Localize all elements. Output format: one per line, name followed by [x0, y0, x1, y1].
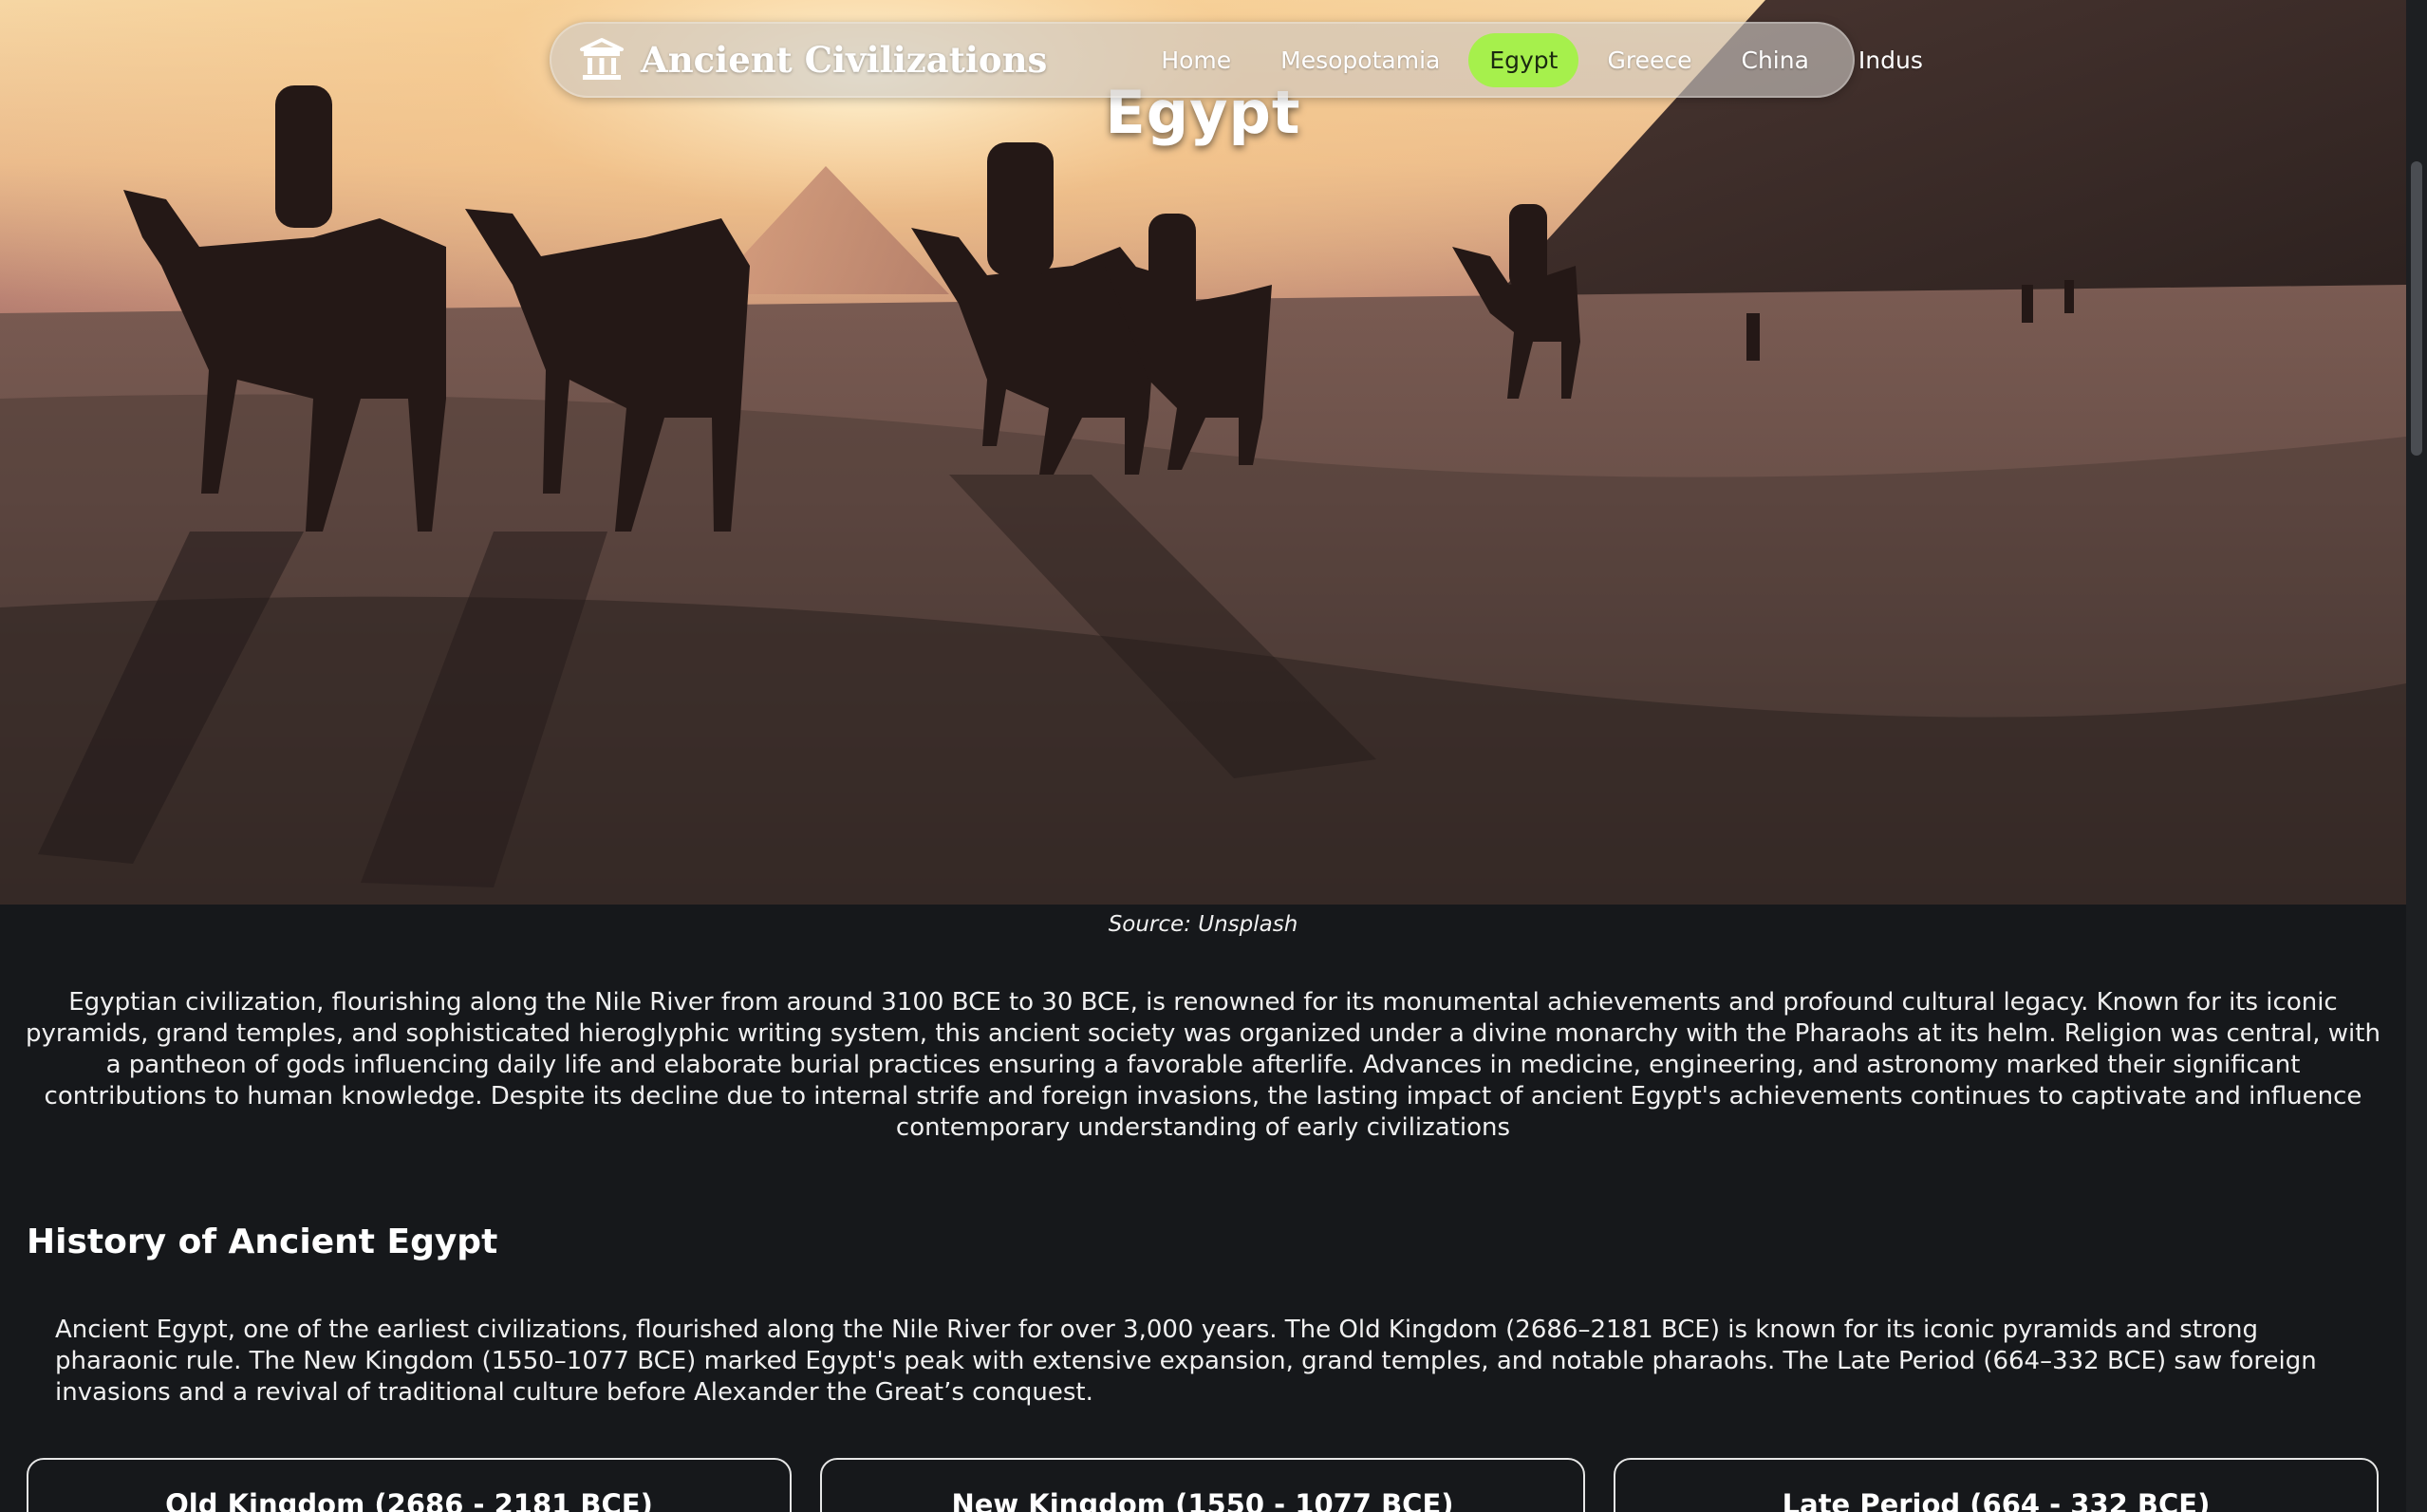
nav-link-egypt[interactable]: Egypt — [1468, 32, 1579, 87]
nav-link-indus[interactable]: Indus — [1838, 33, 1944, 87]
history-paragraph: Ancient Egypt, one of the earliest civil… — [55, 1316, 2317, 1407]
image-caption: Source: Unsplash — [1108, 912, 1298, 937]
nav-links: Home Mesopotamia Egypt Greece China Indu… — [1140, 32, 1944, 87]
brand[interactable]: Ancient Civilizations — [578, 36, 1047, 84]
period-card-new-kingdom[interactable]: New Kingdom (1550 - 1077 BCE) — [820, 1458, 1585, 1512]
period-card-late-period[interactable]: Late Period (664 - 332 BCE) — [1614, 1458, 2379, 1512]
hero-image: Egypt — [0, 0, 2406, 905]
vertical-scrollbar[interactable] — [2406, 0, 2427, 1512]
period-card-old-kingdom[interactable]: Old Kingdom (2686 - 2181 BCE) — [27, 1458, 792, 1512]
top-navbar: Ancient Civilizations Home Mesopotamia E… — [550, 22, 1923, 98]
nav-link-china[interactable]: China — [1720, 33, 1829, 87]
nav-link-mesopotamia[interactable]: Mesopotamia — [1260, 33, 1461, 87]
page: Egypt Ancient Civilizations Home Mesopot… — [0, 0, 2406, 1512]
nav-link-greece[interactable]: Greece — [1586, 33, 1712, 87]
intro-paragraph: Egyptian civilization, flourishing along… — [26, 988, 2380, 1142]
history-heading: History of Ancient Egypt — [27, 1223, 498, 1261]
period-cards: Old Kingdom (2686 - 2181 BCE) New Kingdo… — [27, 1458, 2379, 1512]
nav-link-home[interactable]: Home — [1140, 33, 1252, 87]
temple-icon — [578, 36, 625, 84]
brand-name: Ancient Civilizations — [641, 39, 1048, 81]
scrollbar-thumb[interactable] — [2411, 161, 2422, 456]
